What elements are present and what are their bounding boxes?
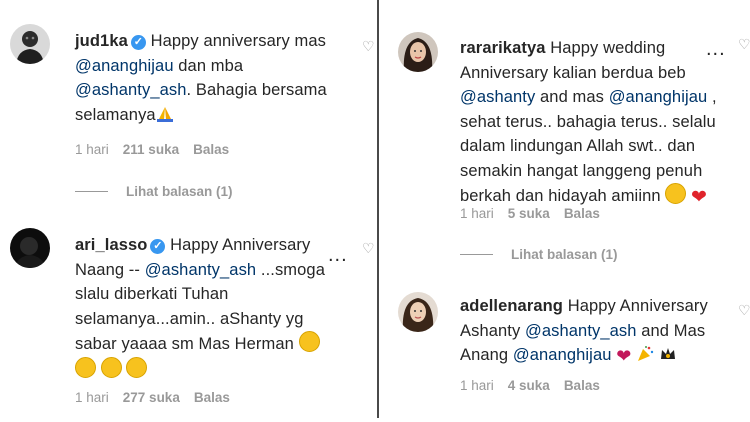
comment-body: slalu diberkati Tuhan: [75, 285, 229, 303]
comment-meta: 1 hari 5 suka Balas: [460, 206, 614, 221]
avatar[interactable]: [398, 292, 438, 332]
comment-text: rararikatya Happy wedding Anniversary ka…: [460, 36, 740, 211]
comment-body: ...smoga: [256, 260, 325, 279]
mention-link[interactable]: @ananghijau: [609, 88, 708, 106]
more-options-icon[interactable]: ...: [328, 245, 348, 265]
verified-badge-icon: ✓: [150, 239, 166, 254]
comment-body: dalam lindungan Allah swt.. dan: [460, 137, 696, 155]
red-heart-emoji: ❤: [616, 346, 632, 366]
replies-line: [460, 254, 493, 255]
timestamp: 1 hari: [75, 142, 109, 157]
comment-body: and Mas: [636, 321, 706, 340]
red-heart-emoji: ❤: [691, 187, 708, 208]
comment-body: Ashanty: [460, 321, 526, 340]
avatar[interactable]: [10, 228, 50, 268]
username[interactable]: rararikatya: [460, 39, 546, 57]
mention-link[interactable]: @ananghijau: [75, 57, 174, 75]
timestamp: 1 hari: [460, 206, 494, 221]
avatar[interactable]: [10, 24, 50, 64]
view-replies-button[interactable]: Lihat balasan (1): [460, 247, 618, 262]
folded-hands-emoji: [156, 105, 174, 131]
replies-line: [75, 191, 108, 192]
comment-text: adellenarang Happy Anniversary Ashanty @…: [460, 294, 730, 371]
timestamp: 1 hari: [460, 378, 494, 393]
like-heart-icon[interactable]: ♡: [362, 38, 375, 55]
comment-body: Anang: [460, 346, 513, 364]
comment-body: sabar yaaaa sm Mas Herman: [75, 335, 294, 353]
tears-of-joy-emoji: [75, 356, 96, 378]
tears-of-joy-emoji: [100, 356, 122, 378]
comment-body: Naang --: [75, 260, 145, 279]
comment-rararikatya: rararikatya Happy wedding Anniversary ka…: [398, 32, 750, 272]
reply-button[interactable]: Balas: [564, 206, 600, 221]
comment-body: Happy Anniversary: [567, 297, 708, 315]
comment-body: berkah dan hidayah amiinn: [460, 187, 661, 205]
comment-body: dan mba: [173, 56, 244, 75]
party-popper-emoji: [636, 345, 654, 371]
avatar[interactable]: [398, 32, 438, 72]
comment-text: jud1ka ✓ Happy anniversary mas @ananghija…: [75, 29, 365, 130]
username[interactable]: ari_lasso: [75, 236, 147, 254]
reply-button[interactable]: Balas: [194, 390, 230, 405]
username[interactable]: adellenarang: [460, 297, 563, 315]
right-comment-column: rararikatya Happy wedding Anniversary ka…: [380, 0, 750, 422]
view-replies-label: Lihat balasan (1): [126, 184, 233, 199]
mention-link[interactable]: @ashanty: [460, 88, 535, 106]
tears-of-joy-emoji: [126, 356, 148, 378]
comment-body: and mas: [535, 88, 609, 106]
timestamp: 1 hari: [75, 390, 109, 405]
winking-kiss-emoji: [665, 183, 687, 204]
like-count[interactable]: 5 suka: [508, 206, 550, 221]
comment-meta: 1 hari 277 suka Balas: [75, 390, 244, 405]
column-divider: [377, 0, 379, 418]
like-heart-icon[interactable]: ♡: [738, 36, 750, 53]
comment-body: Anniversary kalian berdua beb: [460, 63, 686, 82]
crown-emoji: [659, 345, 677, 371]
comment-body: ,: [707, 88, 717, 106]
like-heart-icon[interactable]: ♡: [362, 240, 375, 257]
username[interactable]: jud1ka: [75, 32, 128, 50]
comment-adellenarang: adellenarang Happy Anniversary Ashanty @…: [398, 292, 750, 412]
comment-body: semakin hangat langgeng penuh: [460, 161, 703, 180]
like-count[interactable]: 277 suka: [123, 390, 180, 405]
comment-text: ari_lasso ✓ Happy Anniversary Naang -- @a…: [75, 233, 365, 382]
mention-link[interactable]: @ashanty_ash: [145, 261, 257, 279]
comment-body: Happy anniversary mas: [150, 32, 326, 50]
comment-body: . Bahagia bersama: [186, 81, 327, 99]
comment-meta: 1 hari 4 suka Balas: [460, 378, 614, 393]
left-comment-column: jud1ka ✓ Happy anniversary mas @ananghija…: [0, 0, 376, 422]
comment-meta: 1 hari 211 suka Balas: [75, 142, 243, 157]
mention-link[interactable]: @ashanty_ash: [525, 322, 637, 340]
comment-body: Happy Anniversary: [170, 236, 311, 254]
like-count[interactable]: 4 suka: [508, 378, 550, 393]
verified-badge-icon: ✓: [130, 35, 146, 50]
view-replies-label: Lihat balasan (1): [511, 247, 618, 262]
comment-jud1ka: jud1ka ✓ Happy anniversary mas @ananghija…: [10, 24, 376, 204]
reply-button[interactable]: Balas: [193, 142, 229, 157]
reply-button[interactable]: Balas: [564, 378, 600, 393]
mention-link[interactable]: @ashanty_ash: [75, 81, 187, 99]
comment-body: selamanya...amin.. aShanty yg: [75, 309, 304, 328]
more-options-icon[interactable]: ...: [706, 39, 726, 59]
mention-link[interactable]: @ananghijau: [513, 346, 612, 364]
comment-body: selamanya: [75, 105, 156, 124]
comment-body: sehat terus.. bahagia terus.. selalu: [460, 112, 716, 131]
tears-of-joy-emoji: [298, 331, 320, 352]
comment-body: Happy wedding: [550, 39, 666, 57]
view-replies-button[interactable]: Lihat balasan (1): [75, 184, 233, 199]
comment-ari-lasso: ari_lasso ✓ Happy Anniversary Naang -- @a…: [10, 228, 376, 418]
like-heart-icon[interactable]: ♡: [738, 302, 750, 319]
like-count[interactable]: 211 suka: [123, 142, 179, 157]
